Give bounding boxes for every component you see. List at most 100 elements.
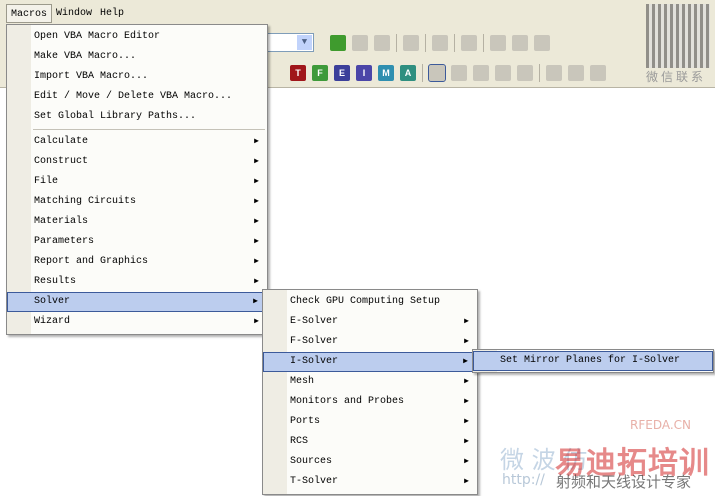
menu-item-construct[interactable]: Construct ▶ [7,152,267,172]
label: Solver [34,296,71,307]
submenu-arrow-icon: ▶ [254,157,259,166]
submenu-arrow-icon: ▶ [464,317,469,326]
label: Sources [290,456,333,467]
menu-separator [33,129,265,130]
separator [396,34,397,52]
i-solver-submenu: Set Mirror Planes for I-Solver [472,349,714,373]
solver-f-icon[interactable]: F [312,65,328,81]
menu-item-parameters[interactable]: Parameters ▶ [7,232,267,252]
menu-item-calculate[interactable]: Calculate ▶ [7,132,267,152]
view-icon[interactable] [432,35,448,51]
menu-item-check-gpu[interactable]: Check GPU Computing Setup [263,292,477,312]
menu-item-rcs[interactable]: RCS ▶ [263,432,477,452]
gear-icon[interactable] [352,35,368,51]
chart-icon[interactable] [403,35,419,51]
label: Parameters [34,236,95,247]
solver-a-icon[interactable]: A [400,65,416,81]
solver-i-icon[interactable]: I [356,65,372,81]
menu-item-edit-vba-macro[interactable]: Edit / Move / Delete VBA Macro... [7,87,267,107]
submenu-arrow-icon: ▶ [463,357,468,366]
submenu-arrow-icon: ▶ [254,317,259,326]
menu-item-e-solver[interactable]: E-Solver ▶ [263,312,477,332]
menu-item-import-vba-macro[interactable]: Import VBA Macro... [7,67,267,87]
submenu-arrow-icon: ▶ [254,237,259,246]
qr-caption: 微信联系 [646,70,707,84]
result-im-icon[interactable] [451,65,467,81]
menu-item-make-vba-macro[interactable]: Make VBA Macro... [7,47,267,67]
edit-icon[interactable] [461,35,477,51]
watermark-site: RFEDA.CN [630,418,692,432]
menu-help[interactable]: Help [96,4,128,23]
watermark-brand: 易迪拓培训 [555,446,710,481]
qr-code [646,4,710,68]
menu-item-library-paths[interactable]: Set Global Library Paths... [7,107,267,127]
watermark-tag: 射频和天线设计专家 [556,473,692,491]
menu-item-mesh[interactable]: Mesh ▶ [263,372,477,392]
submenu-arrow-icon: ▶ [254,177,259,186]
line-icon[interactable] [512,35,528,51]
menu-item-set-mirror-planes[interactable]: Set Mirror Planes for I-Solver [473,351,713,371]
label: Matching Circuits [34,196,137,207]
result-abs-icon[interactable] [473,65,489,81]
menu-item-report-graphics[interactable]: Report and Graphics ▶ [7,252,267,272]
label: RCS [290,436,309,447]
solver-submenu: Check GPU Computing Setup E-Solver ▶ F-So… [262,289,478,495]
label: Calculate [34,136,89,147]
menu-macros[interactable]: Macros [6,4,53,23]
chevron-down-icon[interactable]: ▼ [297,35,312,50]
menu-window[interactable]: Window [52,4,96,23]
smith-icon[interactable] [590,65,606,81]
crosshair-icon[interactable] [546,65,562,81]
label: I-Solver [290,356,339,367]
menu-item-monitors-probes[interactable]: Monitors and Probes ▶ [263,392,477,412]
watermark-url: http:// [502,472,545,488]
result-phase-icon[interactable] [517,65,533,81]
menu-item-sources[interactable]: Sources ▶ [263,452,477,472]
label: T-Solver [290,476,339,487]
label: Wizard [34,316,71,327]
submenu-arrow-icon: ▶ [464,437,469,446]
menu-item-open-vba-editor[interactable]: Open VBA Macro Editor [7,27,267,47]
menu-item-i-solver[interactable]: I-Solver ▶ [263,352,477,372]
label: Materials [34,216,89,227]
copy-icon[interactable] [374,35,390,51]
separator [483,34,484,52]
cube-icon[interactable] [330,35,346,51]
submenu-arrow-icon: ▶ [464,417,469,426]
menu-item-materials[interactable]: Materials ▶ [7,212,267,232]
label: E-Solver [290,316,339,327]
menu-item-solver[interactable]: Solver ▶ [7,292,267,312]
toolbar-row-2: T F E I M A [290,60,606,86]
menu-item-f-solver[interactable]: F-Solver ▶ [263,332,477,352]
submenu-arrow-icon: ▶ [253,297,258,306]
polar-icon[interactable] [568,65,584,81]
toolbar-combo[interactable]: ▼ [266,33,314,52]
solver-e-icon[interactable]: E [334,65,350,81]
separator [425,34,426,52]
label: Ports [290,416,321,427]
submenu-arrow-icon: ▶ [254,217,259,226]
submenu-arrow-icon: ▶ [464,377,469,386]
solver-m-icon[interactable]: M [378,65,394,81]
label: Mesh [290,376,315,387]
label: Construct [34,156,89,167]
separator [422,64,423,82]
result-db-icon[interactable] [495,65,511,81]
menu-item-results[interactable]: Results ▶ [7,272,267,292]
result-re-icon[interactable] [428,64,446,82]
menu-item-matching-circuits[interactable]: Matching Circuits ▶ [7,192,267,212]
label: Monitors and Probes [290,396,405,407]
separator [454,34,455,52]
label: Report and Graphics [34,256,149,267]
menu-item-ports[interactable]: Ports ▶ [263,412,477,432]
menubar: Macros Window Help [0,4,128,23]
menu-item-wizard[interactable]: Wizard ▶ [7,312,267,332]
watermark-chars: 微 波 仿 [500,446,588,474]
scissors-icon[interactable] [490,35,506,51]
solver-t-icon[interactable]: T [290,65,306,81]
macros-menu: Open VBA Macro Editor Make VBA Macro... … [6,24,268,335]
menu-item-file[interactable]: File ▶ [7,172,267,192]
submenu-arrow-icon: ▶ [464,457,469,466]
menu-item-t-solver[interactable]: T-Solver ▶ [263,472,477,492]
circle-icon[interactable] [534,35,550,51]
